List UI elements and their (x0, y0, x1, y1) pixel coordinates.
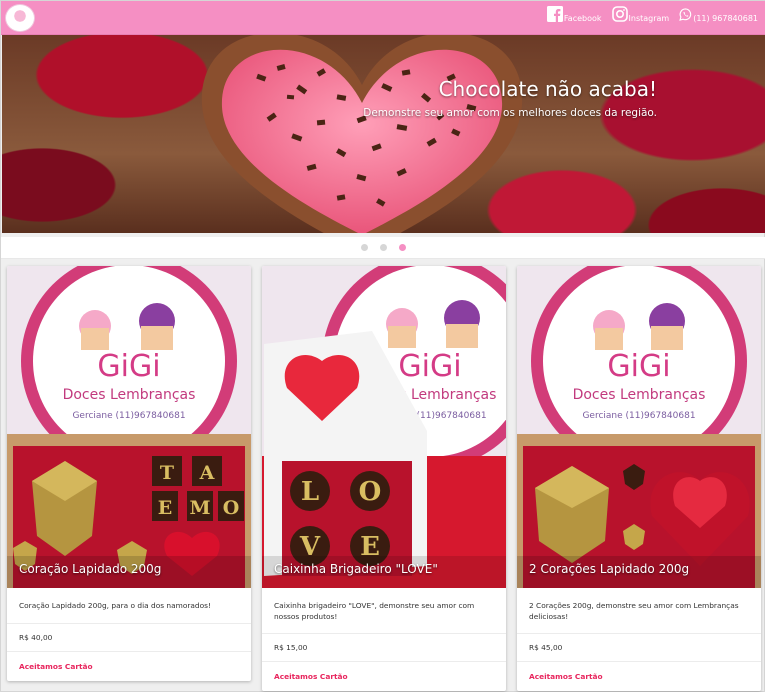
product-price-1: R$ 40,00 (7, 624, 251, 652)
hero-carousel[interactable]: Chocolate não acaba! Demonstre seu amor … (2, 35, 765, 233)
product-card-3[interactable]: GiGi Doces Lembranças Gerciane (11)96784… (517, 266, 761, 691)
product-photo-1: GiGi Doces Lembranças Gerciane (11)96784… (7, 266, 251, 588)
whatsapp-label: (11) 967840681 (693, 14, 758, 23)
product-photo-2: GiGi Doces Lembranças Gerciane (11)96784… (262, 266, 506, 588)
instagram-icon (611, 6, 628, 22)
product-card-1[interactable]: GiGi Doces Lembranças Gerciane (11)96784… (7, 266, 251, 681)
instagram-link[interactable]: Instagram (611, 6, 670, 23)
brand-sub-text-3: Doces Lembranças (573, 387, 706, 403)
product-description-2: Caixinha brigadeiro "LOVE", demonstre se… (262, 588, 506, 634)
page: Facebook Instagram (11) 967840681 Chocol… (0, 0, 765, 692)
brand-sub-text-1: Doces Lembranças (63, 387, 196, 403)
product-card-2[interactable]: GiGi Doces Lembranças Gerciane (11)96784… (262, 266, 506, 691)
product-action-1[interactable]: Aceitamos Cartão (7, 652, 251, 681)
product-price-3: R$ 45,00 (517, 634, 761, 662)
gigi-doces-logo[interactable] (5, 4, 35, 32)
carousel-indicators (1, 237, 765, 259)
phone-text-3: Gerciane (11)967840681 (582, 411, 695, 421)
facebook-label: Facebook (563, 14, 602, 23)
whatsapp-icon (679, 8, 692, 21)
carousel-subtitle: Demonstre seu amor com os melhores doces… (363, 107, 657, 119)
carousel-title: Chocolate não acaba! (438, 77, 657, 101)
letter-e: E (158, 497, 172, 519)
product-description-1: Coração Lapidado 200g, para o dia dos na… (7, 588, 251, 624)
heart-chocolate-image (201, 35, 523, 233)
letter-a: A (199, 462, 215, 484)
brand-text-2: GiGi (398, 349, 461, 384)
letter-t: T (160, 462, 174, 484)
instagram-label: Instagram (628, 14, 670, 23)
letter-o-2: O (359, 477, 382, 507)
facebook-icon (546, 6, 563, 22)
carousel-indicator-1[interactable] (361, 244, 368, 251)
logo-mark-icon (9, 8, 31, 28)
product-title-1: Coração Lapidado 200g (19, 562, 162, 576)
letter-o: O (223, 497, 240, 519)
navbar: Facebook Instagram (11) 967840681 (1, 1, 765, 35)
product-description-3: 2 Corações 200g, demonstre seu amor com … (517, 588, 761, 634)
brand-text-3: GiGi (607, 349, 670, 384)
product-image-2[interactable]: GiGi Doces Lembranças Gerciane (11)96784… (262, 266, 506, 588)
product-action-2[interactable]: Aceitamos Cartão (262, 662, 506, 691)
product-price-2: R$ 15,00 (262, 634, 506, 662)
product-image-1[interactable]: GiGi Doces Lembranças Gerciane (11)96784… (7, 266, 251, 588)
nav-links: Facebook Instagram (11) 967840681 (546, 6, 758, 23)
letter-l: L (301, 477, 319, 507)
brand-text-1: GiGi (97, 349, 160, 384)
phone-text-1: Gerciane (11)967840681 (72, 411, 185, 421)
product-title-2: Caixinha Brigadeiro "LOVE" (274, 562, 438, 576)
product-photo-3: GiGi Doces Lembranças Gerciane (11)96784… (517, 266, 761, 588)
carousel-caption: Chocolate não acaba! Demonstre seu amor … (363, 77, 657, 119)
product-title-3: 2 Corações Lapidado 200g (529, 562, 690, 576)
product-action-3[interactable]: Aceitamos Cartão (517, 662, 761, 691)
whatsapp-link[interactable]: (11) 967840681 (679, 6, 758, 23)
product-image-3[interactable]: GiGi Doces Lembranças Gerciane (11)96784… (517, 266, 761, 588)
letter-m: M (189, 497, 210, 519)
carousel-indicator-2[interactable] (380, 244, 387, 251)
carousel-indicator-3[interactable] (399, 244, 406, 251)
facebook-link[interactable]: Facebook (546, 6, 602, 23)
